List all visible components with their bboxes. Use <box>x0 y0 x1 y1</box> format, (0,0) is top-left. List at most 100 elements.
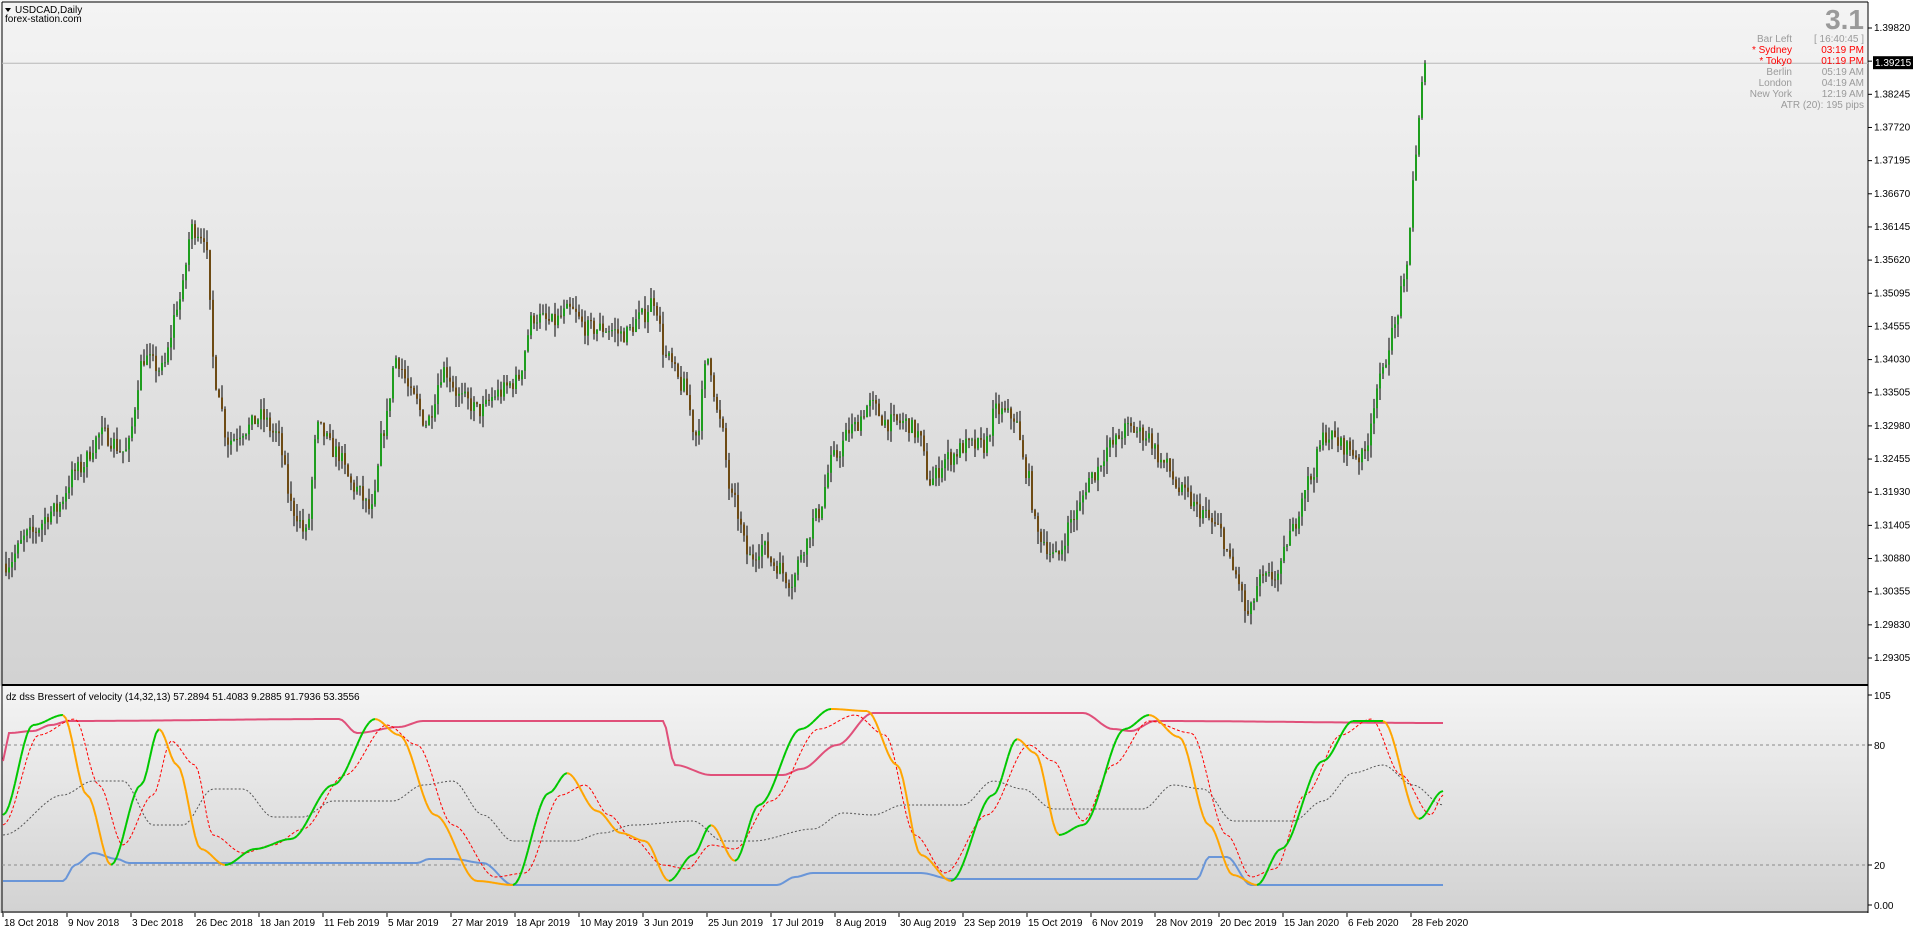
time-tick-label[interactable]: 30 Aug 2019 <box>900 918 957 929</box>
candle-up <box>473 402 475 411</box>
dss-line-segment <box>950 878 955 882</box>
candle-down <box>914 419 916 438</box>
current-price-tag: 1.39215 <box>1873 56 1913 70</box>
candle-up <box>587 320 589 336</box>
time-tick-label[interactable]: 17 Jul 2019 <box>772 918 824 929</box>
candle-down <box>206 241 208 251</box>
candle-down <box>770 557 772 563</box>
candle-up <box>440 382 442 386</box>
candle-up <box>758 556 760 561</box>
candle-up <box>1331 430 1333 440</box>
dss-line-segment <box>1322 758 1327 762</box>
dss-line-segment <box>398 734 403 738</box>
candle-up <box>1376 388 1378 409</box>
time-tick-label[interactable]: 28 Nov 2019 <box>1156 918 1213 929</box>
dss-line-segment <box>617 831 622 834</box>
candle-down <box>836 450 838 458</box>
dss-line-segment <box>395 733 400 736</box>
candle-down <box>743 524 745 536</box>
time-tick-label[interactable]: 18 Apr 2019 <box>516 918 570 929</box>
candle-up <box>311 479 313 519</box>
time-tick-label[interactable]: 5 Mar 2019 <box>388 918 439 929</box>
candle-down <box>446 367 448 378</box>
candle-down <box>1178 487 1180 493</box>
candle-down <box>974 439 976 449</box>
dss-line-segment <box>278 839 283 843</box>
candle-down <box>848 429 850 434</box>
time-tick-label[interactable]: 3 Jun 2019 <box>644 918 694 929</box>
candle-down <box>416 393 418 399</box>
session-time: [ 16:40:45 ] <box>1814 34 1864 45</box>
dss-line-segment <box>41 720 46 724</box>
time-tick-label[interactable]: 15 Oct 2019 <box>1028 918 1083 929</box>
candle-up <box>101 427 103 435</box>
candle-up <box>11 562 13 568</box>
time-tick-label[interactable]: 27 Mar 2019 <box>452 918 509 929</box>
candle-down <box>350 476 352 483</box>
candle-down <box>602 323 604 332</box>
time-tick-label[interactable]: 18 Jan 2019 <box>260 918 315 929</box>
dss-line-segment <box>260 846 265 850</box>
candle-up <box>1061 549 1063 555</box>
candle-up <box>524 351 526 371</box>
candle-up <box>1361 449 1363 463</box>
dss-line-segment <box>827 708 832 711</box>
candle-up <box>1406 264 1408 280</box>
dss-line-segment <box>329 784 334 787</box>
candle-up <box>83 467 85 473</box>
candle-down <box>1220 523 1222 529</box>
candle-down <box>1337 437 1339 446</box>
candle-up <box>176 309 178 316</box>
candle-down <box>431 416 433 418</box>
candle-down <box>74 469 76 472</box>
candle-down <box>1133 425 1135 433</box>
time-tick-label[interactable]: 18 Oct 2018 <box>4 918 59 929</box>
dss-line-segment <box>1061 832 1066 836</box>
candle-down <box>215 356 217 390</box>
candle-up <box>434 404 436 418</box>
candle-up <box>1307 476 1309 491</box>
candle-up <box>1121 437 1123 439</box>
time-tick-label[interactable]: 9 Nov 2018 <box>68 918 120 929</box>
candle-down <box>746 535 748 555</box>
candle-down <box>278 431 280 434</box>
time-tick-label[interactable]: 20 Dec 2019 <box>1220 918 1277 929</box>
time-tick-label[interactable]: 23 Sep 2019 <box>964 918 1021 929</box>
candle-down <box>1208 509 1210 518</box>
time-tick-label[interactable]: 11 Feb 2019 <box>324 918 380 929</box>
dss-line-segment <box>1280 846 1285 850</box>
time-tick-label[interactable]: 25 Jun 2019 <box>708 918 763 929</box>
candle-up <box>26 530 28 536</box>
time-tick-label[interactable]: 3 Dec 2018 <box>132 918 184 929</box>
time-tick-label[interactable]: 8 Aug 2019 <box>836 918 887 929</box>
time-tick-label[interactable]: 6 Feb 2020 <box>1348 918 1399 929</box>
time-tick-label[interactable]: 6 Nov 2019 <box>1092 918 1144 929</box>
candle-down <box>578 311 580 317</box>
price-tick-label: 1.38245 <box>1874 89 1911 100</box>
candle-up <box>1265 573 1267 576</box>
session-label: London <box>1759 78 1792 89</box>
time-tick-label[interactable]: 10 May 2019 <box>580 918 638 929</box>
time-tick-label[interactable]: 28 Feb 2020 <box>1412 918 1469 929</box>
candle-down <box>410 386 412 388</box>
candle-down <box>569 303 571 307</box>
time-tick-label[interactable]: 26 Dec 2018 <box>196 918 253 929</box>
candle-down <box>983 439 985 453</box>
time-tick-label[interactable]: 15 Jan 2020 <box>1284 918 1339 929</box>
candle-down <box>218 389 220 398</box>
candle-down <box>734 492 736 495</box>
price-tick-label: 1.39820 <box>1874 23 1911 34</box>
session-label: ATR (20): 195 pips <box>1781 100 1864 111</box>
candle-up <box>1322 432 1324 446</box>
candle-up <box>164 362 166 364</box>
candle-down <box>1058 550 1060 555</box>
dss-line-segment <box>1349 720 1354 724</box>
candle-up <box>614 329 616 331</box>
candle-down <box>593 320 595 334</box>
candle-down <box>221 397 223 409</box>
candle-down <box>1190 491 1192 507</box>
dss-line-segment <box>893 762 898 766</box>
candle-down <box>401 368 403 370</box>
candle-up <box>23 535 25 540</box>
candle-up <box>977 438 979 449</box>
